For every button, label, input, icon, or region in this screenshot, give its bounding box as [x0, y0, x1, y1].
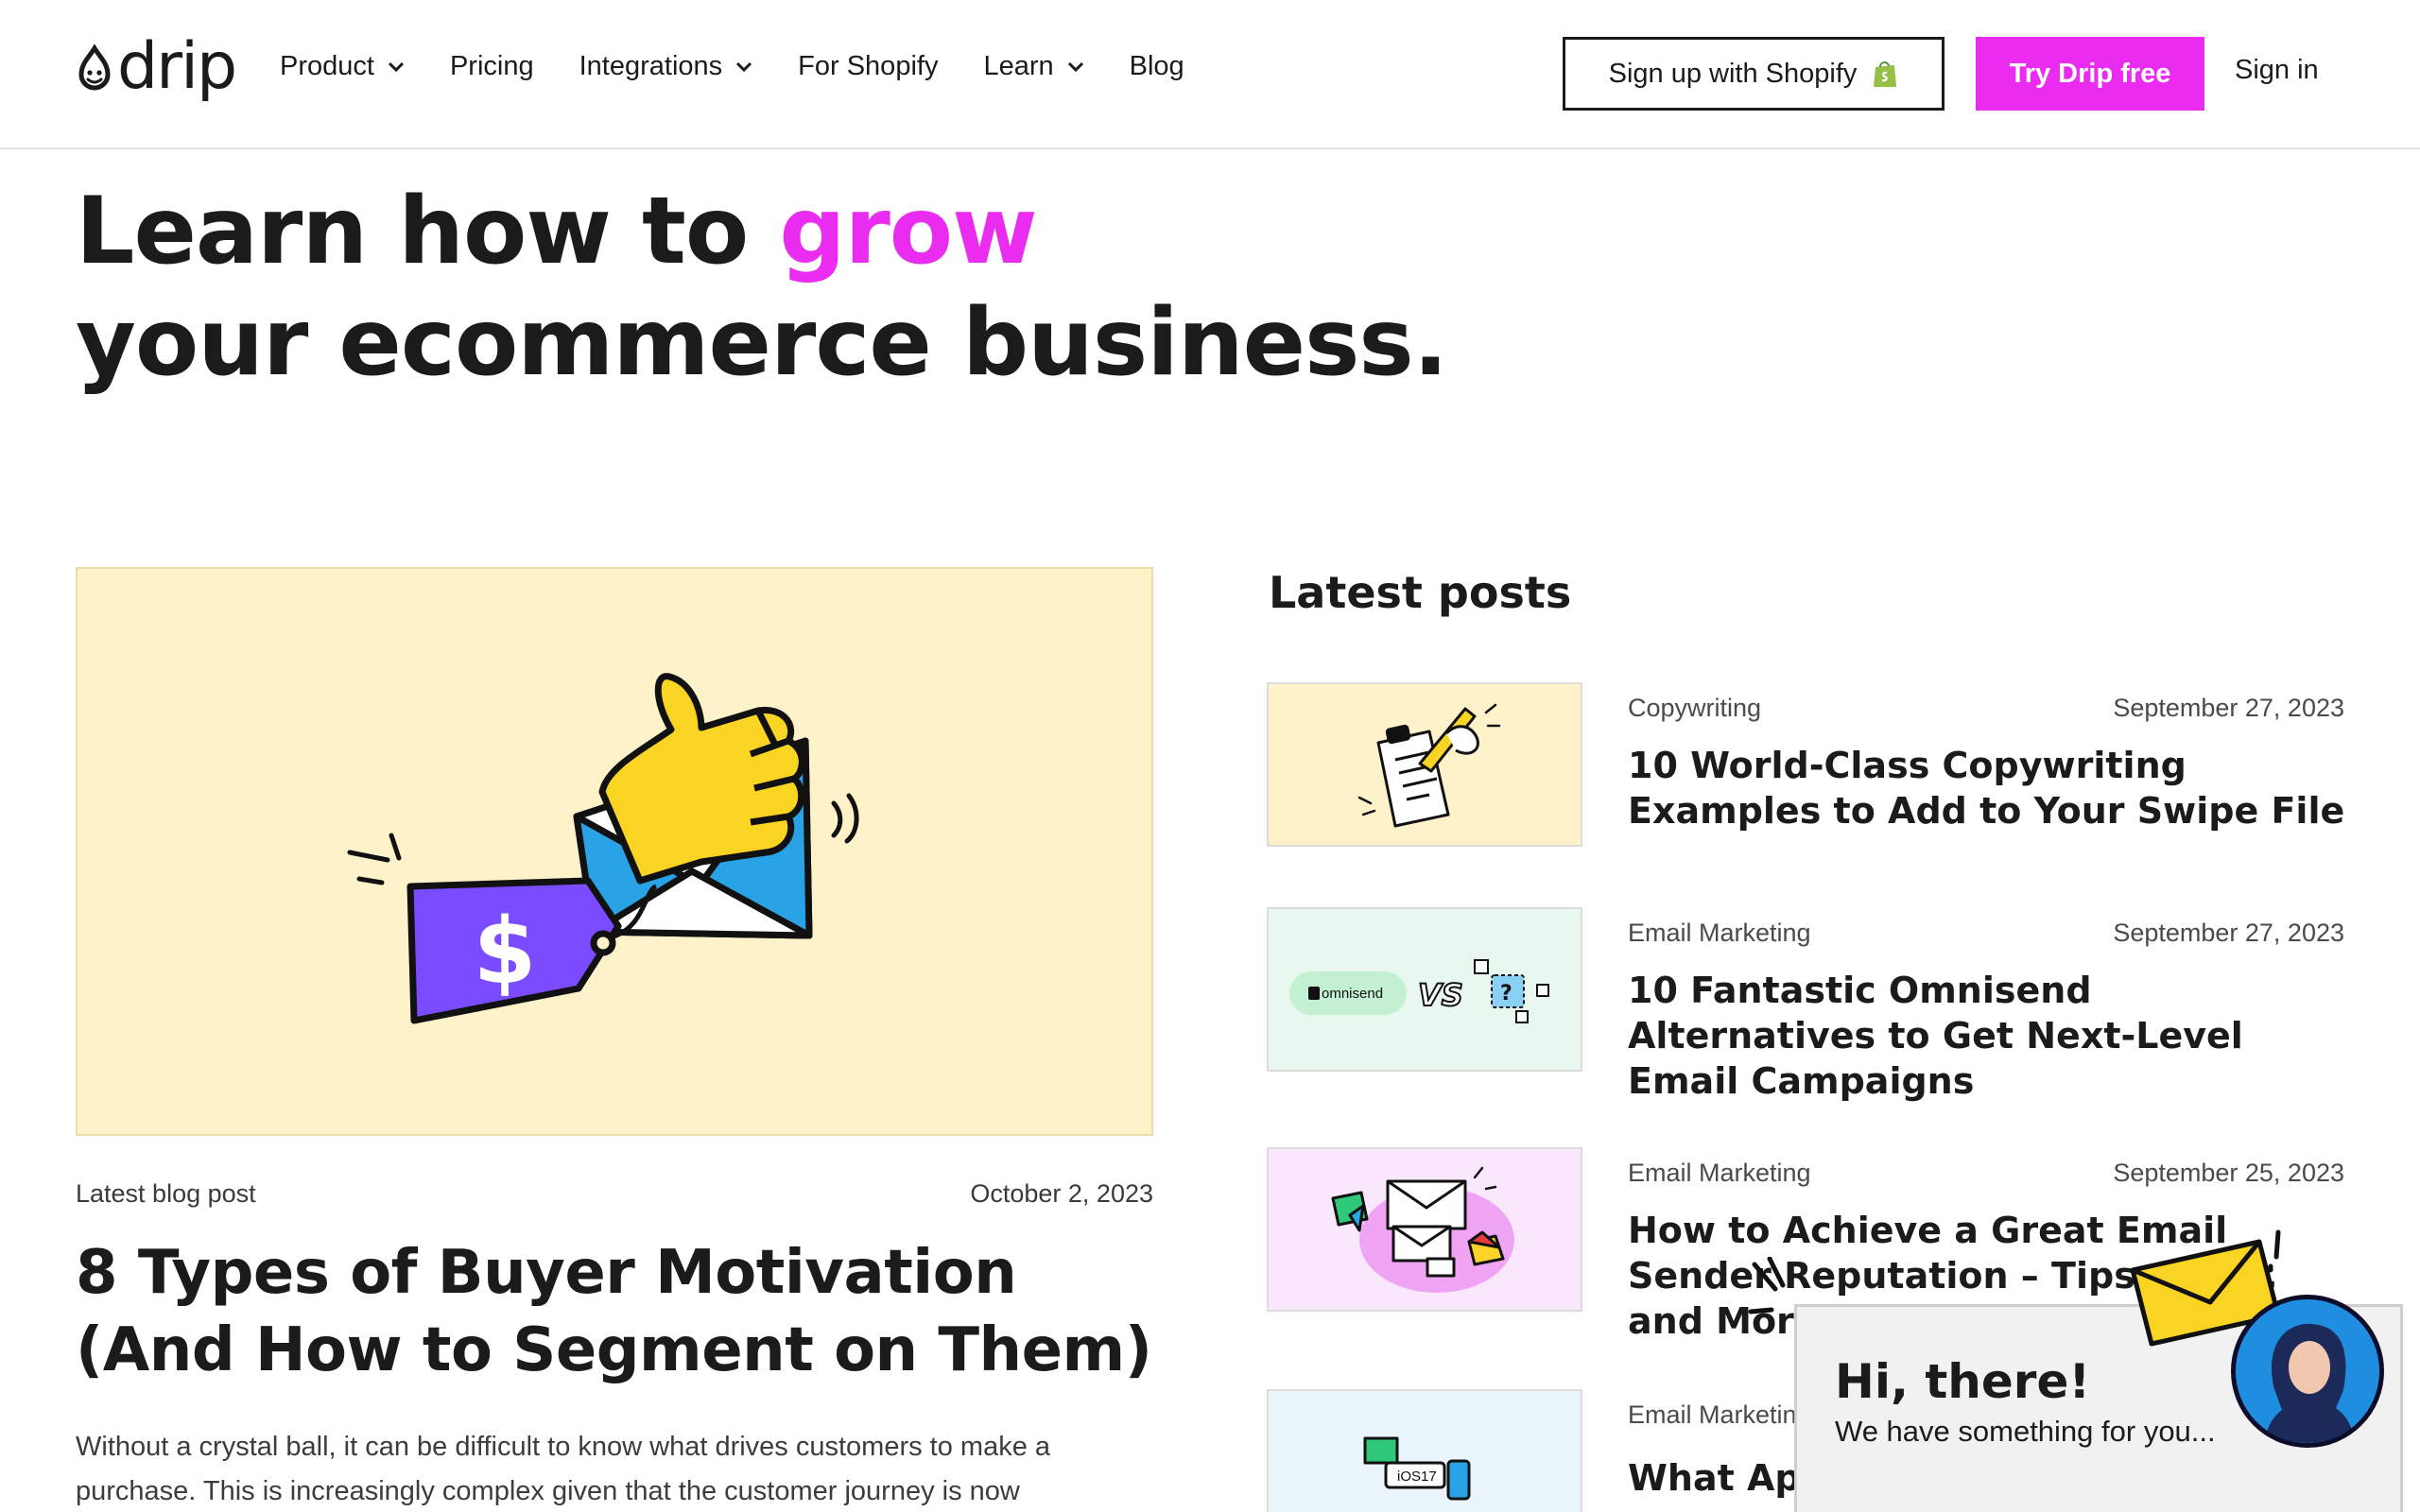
featured-label: Latest blog post	[76, 1179, 256, 1208]
post-thumbnail[interactable]	[1267, 682, 1582, 847]
latest-posts-heading: Latest posts	[1269, 567, 1572, 618]
logo-text: drip	[117, 29, 237, 104]
featured-post-title[interactable]: 8 Types of Buyer Motivation (And How to …	[76, 1234, 1172, 1389]
sign-up-with-shopify-button[interactable]: Sign up with Shopify	[1563, 37, 1945, 111]
post-thumbnail[interactable]: omnisend VS ?	[1267, 907, 1582, 1072]
post-category[interactable]: Copywriting	[1628, 694, 1761, 723]
chat-message: We have something for you...	[1835, 1415, 2216, 1448]
vs-text: VS	[1418, 977, 1463, 1013]
hero-line1-start: Learn how to	[76, 178, 780, 285]
featured-date: October 2, 2023	[970, 1179, 1153, 1208]
ios17-icon: iOS17	[1363, 1436, 1471, 1501]
hero-line2: your ecommerce business.	[76, 289, 1448, 397]
nav-learn[interactable]: Learn	[983, 51, 1083, 82]
ios17-text: iOS17	[1397, 1469, 1437, 1485]
chat-agent-avatar[interactable]	[2231, 1295, 2384, 1448]
post-title[interactable]: 10 World-Class Copywriting Examples to A…	[1628, 743, 2346, 833]
nav-label: Blog	[1129, 51, 1184, 81]
envelopes-icon	[1331, 1166, 1514, 1293]
featured-post-excerpt: Without a crystal ball, it can be diffic…	[76, 1432, 1051, 1506]
post-category[interactable]: Email Marketing	[1628, 1400, 1811, 1430]
drip-smile-icon	[78, 44, 111, 91]
post-thumbnail[interactable]	[1267, 1147, 1582, 1312]
clipboard-pencil-icon	[1357, 703, 1501, 828]
chevron-down-icon	[388, 61, 405, 72]
nav-integrations[interactable]: Integrations	[579, 51, 753, 82]
hero-accent-word: grow	[779, 178, 1037, 285]
nav-label: Pricing	[449, 51, 534, 81]
post-title[interactable]: 10 Fantastic Omnisend Alternatives to Ge…	[1628, 968, 2346, 1104]
omnisend-vs-icon: omnisend VS ?	[1289, 959, 1549, 1023]
post-date: September 27, 2023	[2113, 919, 2344, 947]
person-avatar-icon	[2236, 1299, 2379, 1443]
svg-text:$: $	[474, 899, 537, 1005]
post-date: September 25, 2023	[2113, 1159, 2344, 1187]
sign-in-link[interactable]: Sign in	[2235, 55, 2319, 86]
featured-post-image[interactable]: $	[76, 567, 1153, 1136]
post-category[interactable]: Email Marketing	[1628, 1159, 1811, 1188]
post-category[interactable]: Email Marketing	[1628, 919, 1811, 948]
nav-label: Learn	[983, 51, 1054, 81]
chevron-down-icon	[736, 61, 752, 72]
post-thumbnail[interactable]: iOS17	[1267, 1389, 1582, 1512]
nav-label: For Shopify	[798, 51, 939, 81]
nav-product[interactable]: Product	[280, 51, 405, 82]
latest-post-item: Copywriting September 27, 2023 10 World-…	[1267, 682, 2344, 852]
chat-greeting: Hi, there!	[1835, 1354, 2091, 1409]
nav-blog[interactable]: Blog	[1130, 51, 1184, 82]
nav-label: Integrations	[579, 51, 723, 81]
omnisend-text: omnisend	[1322, 986, 1383, 1002]
chevron-down-icon	[1067, 61, 1083, 72]
post-date: September 27, 2023	[2113, 694, 2344, 722]
hero-heading: Learn how to grow your ecommerce busines…	[76, 176, 1448, 399]
nav-label: Product	[280, 51, 374, 81]
drip-logo[interactable]: drip	[76, 29, 237, 104]
try-drip-free-button[interactable]: Try Drip free	[1976, 37, 2204, 111]
button-label: Sign up with Shopify	[1608, 58, 1858, 89]
site-header: drip Product Pricing Integrations For Sh…	[0, 0, 2420, 149]
shopify-bag-icon	[1874, 61, 1897, 87]
latest-post-item: omnisend VS ? Email Marketing September …	[1267, 907, 2344, 1102]
main-nav: Product Pricing Integrations For Shopify…	[280, 51, 1230, 82]
burst-lines-icon	[1748, 1257, 1786, 1314]
nav-pricing[interactable]: Pricing	[450, 51, 534, 82]
nav-for-shopify[interactable]: For Shopify	[798, 51, 938, 82]
svg-text:?: ?	[1500, 982, 1512, 1005]
thumbs-up-envelope-price-tag-illustration: $	[347, 673, 859, 1024]
